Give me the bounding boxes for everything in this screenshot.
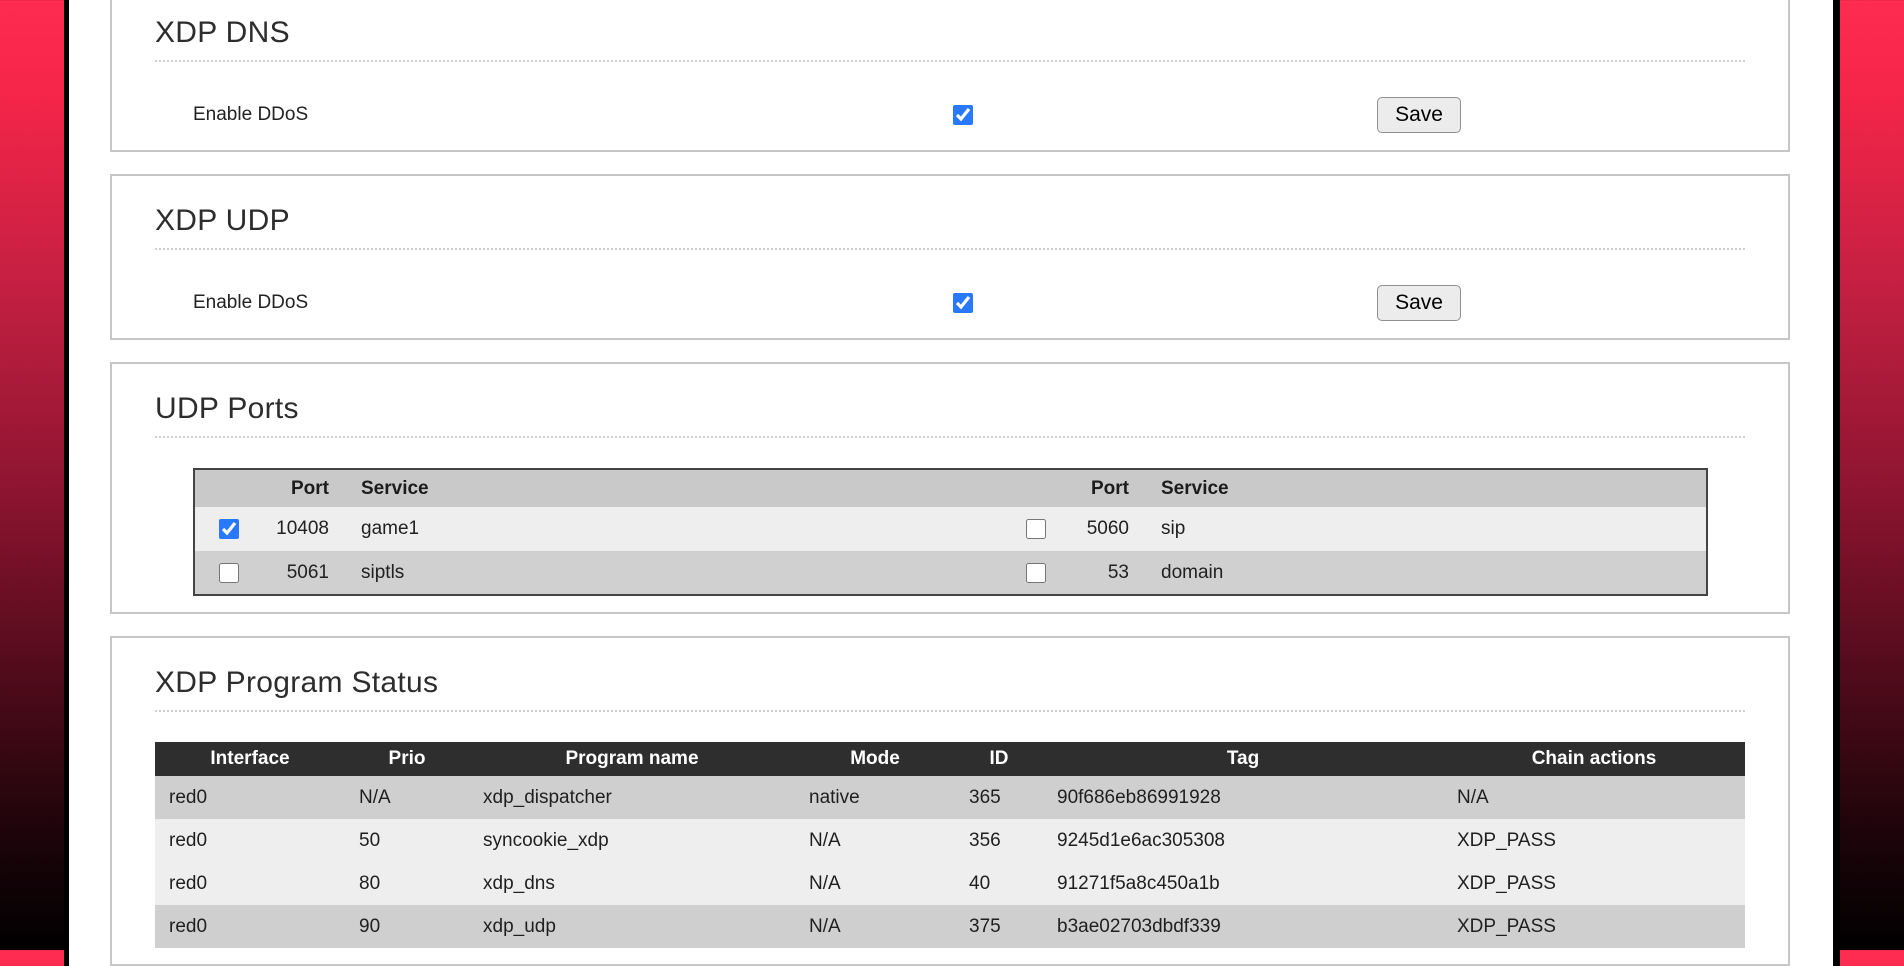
prio-cell: 80 [345, 862, 469, 905]
panel-xdp-dns: XDP DNS Enable DDoS Save [110, 0, 1790, 152]
port-siptls-checkbox[interactable] [219, 563, 239, 583]
port-cell: 5060 [1070, 507, 1137, 551]
service-column-header: Service [1137, 469, 1707, 507]
checkbox-cell [194, 507, 262, 551]
interface-column-header: Interface [155, 742, 345, 776]
prio-cell: 90 [345, 905, 469, 948]
enable-ddos-udp-checkbox[interactable] [953, 293, 973, 313]
save-dns-button[interactable]: Save [1377, 97, 1461, 133]
program-name-cell: syncookie_xdp [469, 819, 795, 862]
port-column-header: Port [262, 469, 337, 507]
tag-column-header: Tag [1043, 742, 1443, 776]
chain-actions-column-header: Chain actions [1443, 742, 1745, 776]
program-name-cell: xdp_dispatcher [469, 776, 795, 819]
prio-cell: 50 [345, 819, 469, 862]
enable-ddos-row: Enable DDoS Save [155, 96, 1745, 134]
table-row: red0 80 xdp_dns N/A 40 91271f5a8c450a1b … [155, 862, 1745, 905]
port-game1-checkbox[interactable] [219, 519, 239, 539]
port-sip-checkbox[interactable] [1026, 519, 1046, 539]
enable-ddos-label: Enable DDoS [193, 292, 953, 314]
panel-title-xdp-program-status: XDP Program Status [155, 666, 1745, 712]
checkbox-cell [1002, 551, 1070, 595]
port-domain-checkbox[interactable] [1026, 563, 1046, 583]
program-name-column-header: Program name [469, 742, 795, 776]
id-cell: 356 [955, 819, 1043, 862]
table-row: 10408 game1 5060 sip [194, 507, 1707, 551]
service-cell: game1 [337, 507, 1002, 551]
xdp-program-status-table: Interface Prio Program name Mode ID Tag … [155, 742, 1745, 948]
prio-column-header: Prio [345, 742, 469, 776]
table-row: red0 50 syncookie_xdp N/A 356 9245d1e6ac… [155, 819, 1745, 862]
id-column-header: ID [955, 742, 1043, 776]
interface-cell: red0 [155, 905, 345, 948]
checkbox-column-header [194, 469, 262, 507]
port-cell: 10408 [262, 507, 337, 551]
interface-cell: red0 [155, 776, 345, 819]
chain-actions-cell: N/A [1443, 776, 1745, 819]
enable-ddos-label: Enable DDoS [193, 104, 953, 126]
enable-ddos-row: Enable DDoS Save [155, 284, 1745, 322]
chain-actions-cell: XDP_PASS [1443, 905, 1745, 948]
mode-cell: native [795, 776, 955, 819]
panel-title-xdp-dns: XDP DNS [155, 16, 1745, 62]
content-area: XDP DNS Enable DDoS Save XDP UDP Enable … [64, 0, 1840, 966]
mode-cell: N/A [795, 905, 955, 948]
mode-column-header: Mode [795, 742, 955, 776]
port-cell: 53 [1070, 551, 1137, 595]
id-cell: 40 [955, 862, 1043, 905]
udp-ports-header-row: Port Service Port Service [194, 469, 1707, 507]
tag-cell: b3ae02703dbdf339 [1043, 905, 1443, 948]
table-row: red0 90 xdp_udp N/A 375 b3ae02703dbdf339… [155, 905, 1745, 948]
mode-cell: N/A [795, 819, 955, 862]
checkbox-cell [1002, 507, 1070, 551]
table-row: 5061 siptls 53 domain [194, 551, 1707, 595]
chain-actions-cell: XDP_PASS [1443, 819, 1745, 862]
tag-cell: 90f686eb86991928 [1043, 776, 1443, 819]
panel-title-xdp-udp: XDP UDP [155, 204, 1745, 250]
mode-cell: N/A [795, 862, 955, 905]
service-cell: domain [1137, 551, 1707, 595]
prio-cell: N/A [345, 776, 469, 819]
interface-cell: red0 [155, 862, 345, 905]
checkbox-column-header [1002, 469, 1070, 507]
chain-actions-cell: XDP_PASS [1443, 862, 1745, 905]
program-name-cell: xdp_udp [469, 905, 795, 948]
interface-cell: red0 [155, 819, 345, 862]
enable-ddos-dns-checkbox[interactable] [953, 105, 973, 125]
panel-udp-ports: UDP Ports Port Service Port Service [110, 362, 1790, 614]
service-cell: sip [1137, 507, 1707, 551]
checkbox-cell [194, 551, 262, 595]
table-row: red0 N/A xdp_dispatcher native 365 90f68… [155, 776, 1745, 819]
id-cell: 375 [955, 905, 1043, 948]
panel-title-udp-ports: UDP Ports [155, 392, 1745, 438]
port-cell: 5061 [262, 551, 337, 595]
panel-xdp-udp: XDP UDP Enable DDoS Save [110, 174, 1790, 340]
id-cell: 365 [955, 776, 1043, 819]
udp-ports-table: Port Service Port Service 10408 game1 50… [193, 468, 1708, 596]
service-cell: siptls [337, 551, 1002, 595]
panel-xdp-program-status: XDP Program Status Interface Prio Progra… [110, 636, 1790, 966]
tag-cell: 91271f5a8c450a1b [1043, 862, 1443, 905]
program-name-cell: xdp_dns [469, 862, 795, 905]
status-header-row: Interface Prio Program name Mode ID Tag … [155, 742, 1745, 776]
tag-cell: 9245d1e6ac305308 [1043, 819, 1443, 862]
service-column-header: Service [337, 469, 1002, 507]
port-column-header: Port [1070, 469, 1137, 507]
save-udp-button[interactable]: Save [1377, 285, 1461, 321]
